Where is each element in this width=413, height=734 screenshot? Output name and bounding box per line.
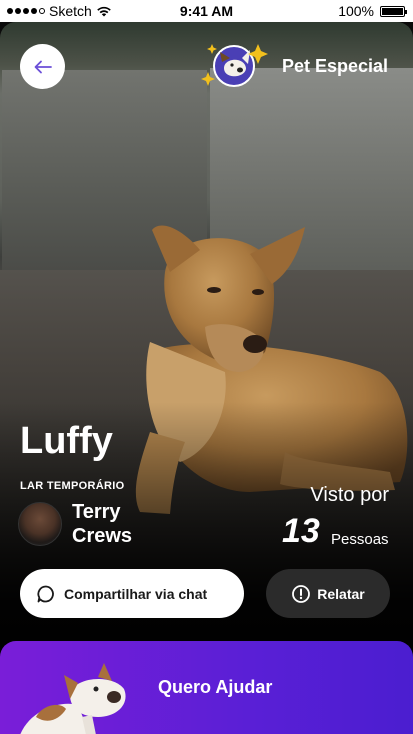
- status-right: 100%: [338, 3, 407, 19]
- share-chat-button[interactable]: Compartilhar via chat: [20, 569, 244, 618]
- battery-percent: 100%: [338, 3, 374, 19]
- views-count: 13: [282, 512, 320, 550]
- dog-sparkle-icon: [201, 44, 268, 87]
- help-button[interactable]: Quero Ajudar: [0, 641, 413, 734]
- foster-name[interactable]: Terry Crews: [72, 500, 182, 548]
- battery-icon: [380, 5, 407, 17]
- dog-icon: [20, 663, 126, 734]
- badge-label: Pet Especial: [282, 55, 389, 76]
- alert-circle-icon: [291, 584, 311, 604]
- pet-photo: Pet Especial Luffy LAR TEMPORÁRIO Terry …: [0, 22, 413, 734]
- arrow-left-icon: [34, 60, 52, 73]
- status-bar: Sketch 9:41 AM 100%: [0, 0, 413, 22]
- back-button[interactable]: [20, 44, 65, 89]
- chat-bubble-icon: [36, 584, 56, 604]
- foster-label: LAR TEMPORÁRIO: [20, 480, 125, 492]
- views-title: Visto por: [310, 484, 389, 506]
- views-unit: Pessoas: [331, 531, 389, 548]
- help-label: Quero Ajudar: [158, 677, 273, 697]
- report-button[interactable]: Relatar: [266, 569, 390, 618]
- report-label: Relatar: [317, 585, 365, 602]
- share-chat-label: Compartilhar via chat: [64, 585, 208, 602]
- pet-name: Luffy: [20, 420, 113, 462]
- foster-last-name: Crews: [72, 525, 133, 547]
- avatar[interactable]: [18, 502, 62, 546]
- special-pet-badge: Pet Especial: [198, 38, 388, 94]
- foster-first-name: Terry: [72, 501, 121, 523]
